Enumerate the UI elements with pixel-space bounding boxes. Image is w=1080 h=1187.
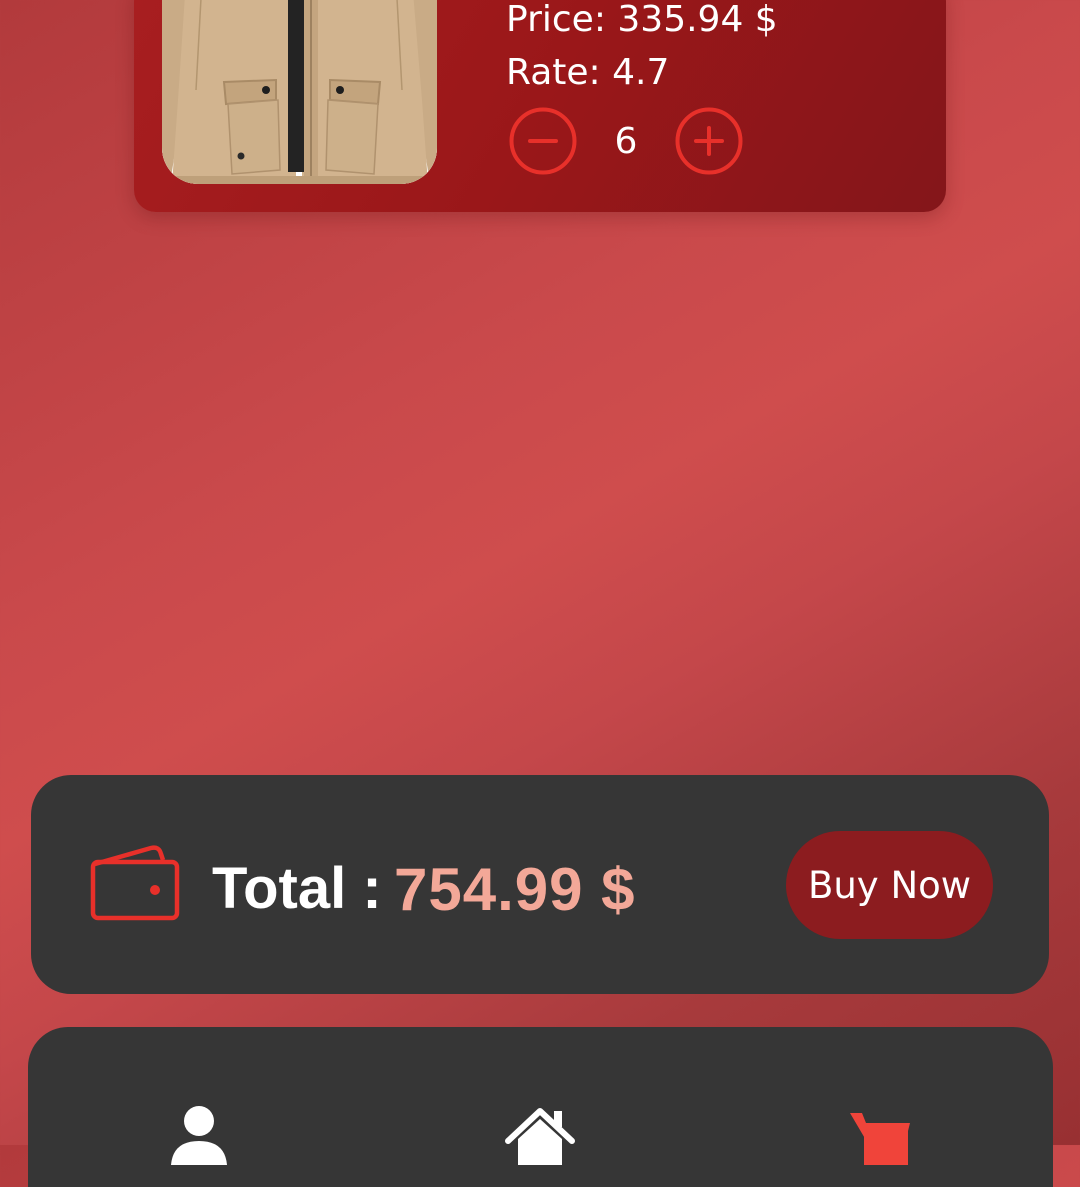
buy-now-button[interactable]: Buy Now — [786, 831, 993, 939]
quantity-stepper: 6 — [509, 106, 743, 176]
wallet-icon — [89, 842, 181, 927]
minus-circle-icon — [509, 107, 577, 175]
cart-icon — [850, 1113, 910, 1165]
nav-profile[interactable] — [159, 1105, 239, 1165]
total-bar: Total : 754.99 $ Buy Now — [31, 775, 1049, 994]
nav-home[interactable] — [500, 1105, 580, 1165]
item-price: Price: 335.94 $ — [506, 0, 778, 40]
increment-button[interactable] — [675, 107, 743, 175]
total-label: Total : — [212, 856, 382, 921]
nav-cart[interactable] — [840, 1105, 920, 1165]
product-image[interactable] — [162, 0, 437, 184]
item-rate: Rate: 4.7 — [506, 52, 670, 93]
quantity-value: 6 — [614, 120, 638, 162]
decrement-button[interactable] — [509, 107, 577, 175]
person-icon — [171, 1106, 227, 1165]
plus-circle-icon — [675, 107, 743, 175]
cart-item-card: Price: 335.94 $ Rate: 4.7 6 — [134, 0, 946, 212]
bottom-nav — [28, 1027, 1053, 1187]
home-icon — [505, 1108, 575, 1165]
total-value: 754.99 $ — [394, 856, 636, 923]
